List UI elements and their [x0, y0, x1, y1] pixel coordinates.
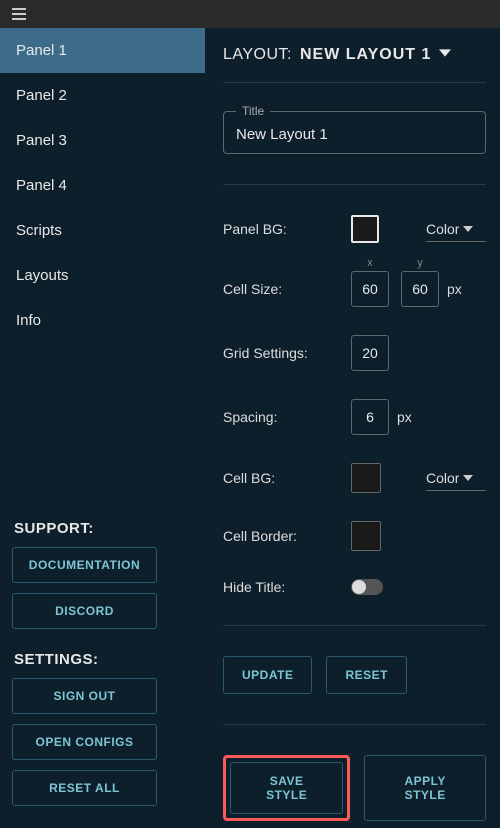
cell-size-row: Cell Size: x y px [223, 271, 486, 307]
cell-bg-label: Cell BG: [223, 470, 351, 486]
sign-out-button[interactable]: SIGN OUT [12, 678, 157, 714]
cell-size-label: Cell Size: [223, 281, 351, 297]
nav-item-info[interactable]: Info [0, 298, 205, 343]
save-style-highlight: SAVE STYLE [223, 755, 350, 821]
panel-bg-swatch[interactable] [351, 215, 379, 243]
spacing-label: Spacing: [223, 409, 351, 425]
cell-border-row: Cell Border: [223, 521, 486, 551]
title-field[interactable]: Title New Layout 1 [223, 111, 486, 154]
cell-border-swatch[interactable] [351, 521, 381, 551]
layout-selector[interactable]: LAYOUT: NEW LAYOUT 1 [223, 46, 486, 83]
support-block: SUPPORT: DOCUMENTATION DISCORD [0, 520, 205, 639]
support-heading: SUPPORT: [12, 520, 193, 537]
grid-settings-input[interactable] [351, 335, 389, 371]
layout-value: NEW LAYOUT 1 [300, 46, 431, 64]
spacing-unit: px [397, 409, 412, 425]
open-configs-button[interactable]: OPEN CONFIGS [12, 724, 157, 760]
nav-item-panel-2[interactable]: Panel 2 [0, 73, 205, 118]
nav-item-panel-1[interactable]: Panel 1 [0, 28, 205, 73]
cell-size-y-input[interactable] [401, 271, 439, 307]
action-row-2: SAVE STYLE APPLY STYLE [223, 755, 486, 821]
chevron-down-icon [463, 224, 473, 234]
panel-bg-select[interactable]: Color [426, 217, 486, 242]
cell-size-x-label: x [367, 257, 373, 269]
title-label: Title [236, 104, 270, 118]
cell-bg-swatch[interactable] [351, 463, 381, 493]
sidebar: Panel 1 Panel 2 Panel 3 Panel 4 Scripts … [0, 28, 205, 828]
chevron-down-icon [439, 46, 451, 64]
reset-button[interactable]: RESET [326, 656, 407, 694]
grid-settings-row: Grid Settings: [223, 335, 486, 371]
reset-all-button[interactable]: RESET ALL [12, 770, 157, 806]
cell-size-x-input[interactable] [351, 271, 389, 307]
cell-bg-select-text: Color [426, 470, 459, 486]
cell-border-label: Cell Border: [223, 528, 351, 544]
spacing-row: Spacing: px [223, 399, 486, 435]
update-button[interactable]: UPDATE [223, 656, 312, 694]
divider [223, 184, 486, 185]
hide-title-toggle[interactable] [351, 579, 383, 595]
nav-item-panel-3[interactable]: Panel 3 [0, 118, 205, 163]
topbar [0, 0, 500, 28]
settings-block: SETTINGS: SIGN OUT OPEN CONFIGS RESET AL… [0, 651, 205, 828]
hide-title-row: Hide Title: [223, 579, 486, 595]
spacing-input[interactable] [351, 399, 389, 435]
cell-size-y-label: y [417, 257, 423, 269]
settings-heading: SETTINGS: [12, 651, 193, 668]
divider [223, 625, 486, 626]
action-row-1: UPDATE RESET [223, 656, 486, 694]
main-panel: LAYOUT: NEW LAYOUT 1 Title New Layout 1 … [205, 28, 500, 828]
apply-style-button[interactable]: APPLY STYLE [364, 755, 486, 821]
grid-settings-label: Grid Settings: [223, 345, 351, 361]
nav-item-panel-4[interactable]: Panel 4 [0, 163, 205, 208]
cell-size-unit: px [447, 281, 462, 297]
nav-item-layouts[interactable]: Layouts [0, 253, 205, 298]
chevron-down-icon [463, 473, 473, 483]
hide-title-label: Hide Title: [223, 579, 351, 595]
layout-label: LAYOUT: [223, 46, 292, 64]
cell-bg-select[interactable]: Color [426, 466, 486, 491]
hamburger-icon[interactable] [12, 8, 26, 20]
title-value: New Layout 1 [236, 126, 473, 143]
panel-bg-row: Panel BG: Color [223, 215, 486, 243]
nav-item-scripts[interactable]: Scripts [0, 208, 205, 253]
divider [223, 724, 486, 725]
panel-bg-label: Panel BG: [223, 221, 351, 237]
save-style-button[interactable]: SAVE STYLE [230, 762, 343, 814]
nav-list: Panel 1 Panel 2 Panel 3 Panel 4 Scripts … [0, 28, 205, 520]
documentation-button[interactable]: DOCUMENTATION [12, 547, 157, 583]
cell-bg-row: Cell BG: Color [223, 463, 486, 493]
panel-bg-select-text: Color [426, 221, 459, 237]
discord-button[interactable]: DISCORD [12, 593, 157, 629]
